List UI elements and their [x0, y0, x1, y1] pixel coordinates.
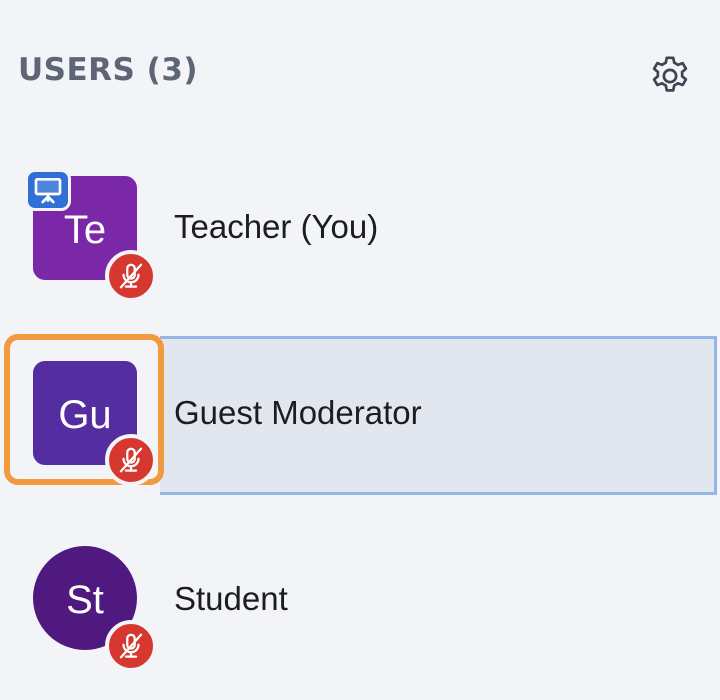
avatar-initials: Gu [58, 392, 112, 437]
presenter-icon [25, 169, 71, 211]
user-list-item-selected[interactable]: Gu Guest Moderator [0, 334, 720, 495]
avatar-initials: Te [63, 207, 107, 252]
user-list-item[interactable]: St Student [0, 520, 720, 680]
users-panel: USERS (3) Te Teacher (You) Gu Guest Mode… [0, 0, 720, 700]
user-options-button[interactable] [644, 50, 696, 102]
user-name: Teacher (You) [174, 208, 379, 245]
microphone-muted-icon [105, 620, 157, 672]
microphone-muted-icon [105, 250, 157, 302]
microphone-muted-icon [105, 434, 157, 486]
users-panel-title: USERS (3) [18, 52, 199, 88]
user-name: Student [174, 580, 288, 617]
gear-icon [652, 56, 688, 92]
avatar-initials: St [66, 577, 104, 622]
user-name: Guest Moderator [174, 394, 422, 431]
user-list-item[interactable]: Te Teacher (You) [0, 150, 720, 310]
